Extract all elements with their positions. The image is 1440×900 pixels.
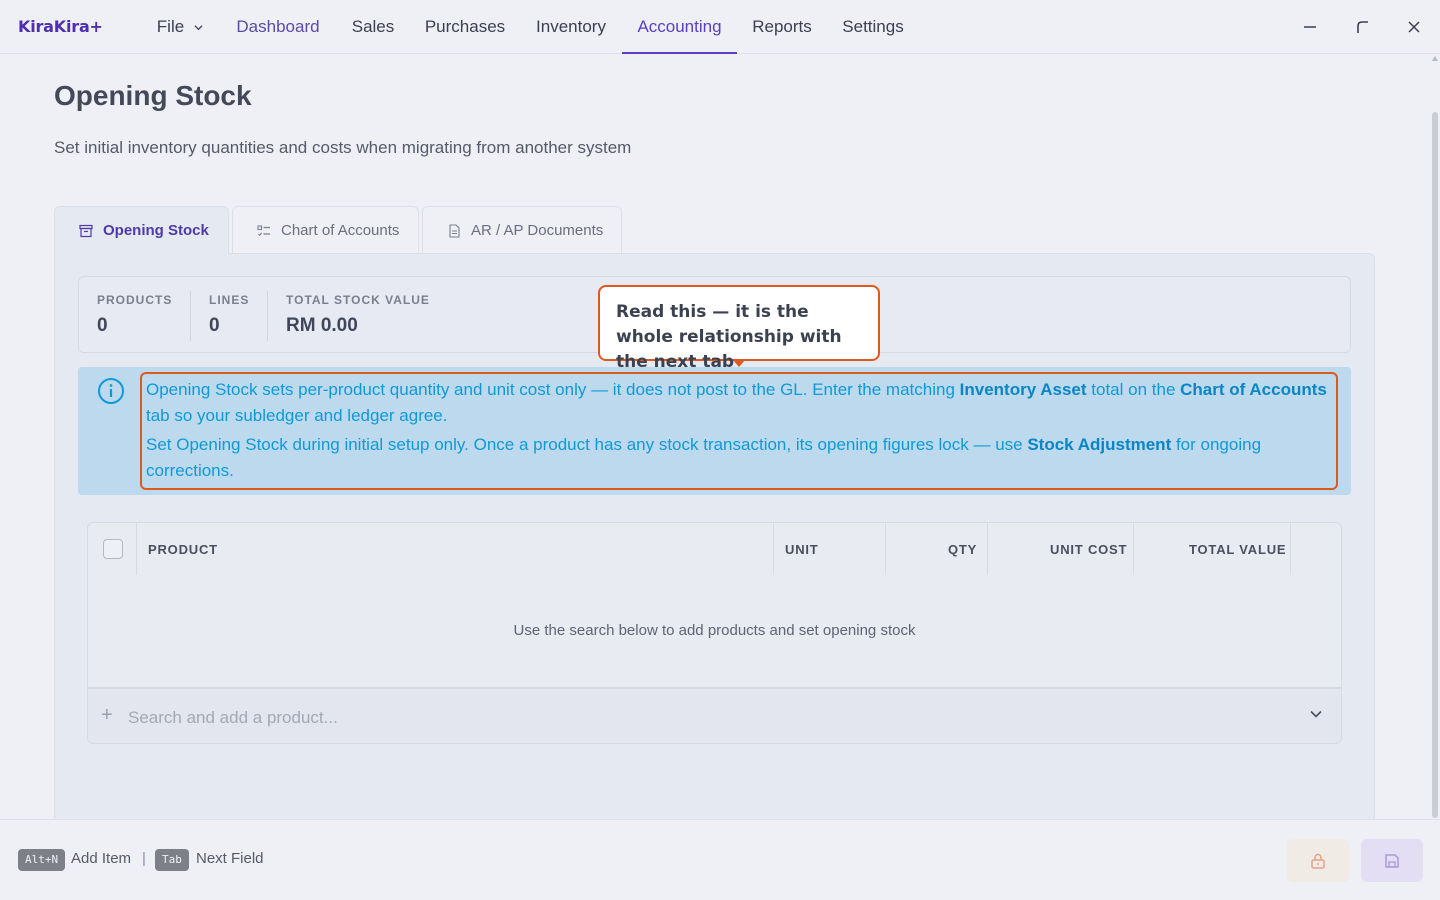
scroll-up-icon[interactable] — [1432, 56, 1438, 61]
close-button[interactable] — [1401, 14, 1427, 40]
menu-file[interactable]: File — [140, 0, 220, 54]
divider — [267, 291, 268, 341]
nav-inventory[interactable]: Inventory — [520, 0, 622, 54]
stat-value: 0 — [97, 315, 108, 336]
plus-icon: + — [101, 704, 113, 726]
scrollbar-thumb[interactable] — [1432, 112, 1438, 818]
list-icon — [257, 224, 270, 236]
stock-adjustment-term: Stock Adjustment — [1027, 435, 1172, 454]
select-all-checkbox[interactable] — [103, 539, 123, 559]
stat-value: 0 — [209, 315, 220, 336]
minimize-icon — [1304, 26, 1316, 28]
lock-button[interactable] — [1287, 839, 1349, 882]
divider — [190, 291, 191, 341]
close-icon — [1408, 21, 1420, 33]
nav-purchases[interactable]: Purchases — [410, 0, 520, 54]
divider — [773, 523, 774, 575]
shortcut-label: Next Field — [196, 850, 264, 867]
save-icon — [1385, 853, 1399, 868]
column-header-product[interactable]: PRODUCT — [148, 542, 218, 557]
divider — [987, 523, 988, 575]
save-button[interactable] — [1361, 839, 1423, 882]
column-header-unit[interactable]: UNIT — [785, 542, 819, 557]
stat-label: LINES — [209, 293, 250, 307]
info-icon — [98, 378, 124, 404]
stat-label: TOTAL STOCK VALUE — [286, 293, 430, 307]
top-bar: KiraKira+ File Dashboard Sales Purchases… — [0, 0, 1440, 54]
column-header-unit-cost[interactable]: UNIT COST — [1050, 542, 1127, 557]
lock-icon — [1311, 853, 1325, 869]
minimize-button[interactable] — [1297, 14, 1323, 40]
nav-dashboard[interactable]: Dashboard — [222, 0, 334, 54]
tab-label: AR / AP Documents — [471, 222, 604, 239]
app-logo: KiraKira+ — [18, 17, 103, 36]
divider — [885, 523, 886, 575]
divider — [1133, 523, 1134, 575]
info-paragraph-2: Set Opening Stock during initial setup o… — [146, 432, 1336, 484]
tab-chart-of-accounts[interactable]: Chart of Accounts — [232, 206, 419, 254]
divider — [1290, 523, 1291, 575]
callout-tooltip: Read this — it is the whole relationship… — [598, 285, 880, 372]
chart-of-accounts-term: Chart of Accounts — [1180, 380, 1327, 399]
chevron-down-icon — [194, 24, 203, 30]
inventory-asset-term: Inventory Asset — [959, 380, 1087, 399]
tab-label: Opening Stock — [103, 222, 209, 239]
shortcut-key: Alt+N — [18, 849, 66, 871]
menu-file-label: File — [156, 17, 185, 36]
page-subtitle: Set initial inventory quantities and cos… — [54, 138, 632, 157]
products-table — [87, 522, 1342, 688]
chevron-down-icon[interactable] — [1309, 707, 1323, 721]
empty-state-message: Use the search below to add products and… — [513, 622, 916, 639]
shortcut-key: Tab — [155, 849, 189, 871]
stat-label: PRODUCTS — [97, 293, 173, 307]
nav-accounting[interactable]: Accounting — [622, 0, 737, 54]
column-header-qty[interactable]: QTY — [948, 542, 977, 557]
info-paragraph-1: Opening Stock sets per-product quantity … — [146, 377, 1336, 429]
divider — [136, 523, 137, 575]
callout-pointer — [733, 360, 745, 367]
restore-button[interactable] — [1350, 14, 1376, 40]
product-search-input[interactable] — [128, 704, 1278, 732]
shortcut-label: Add Item — [71, 850, 132, 867]
info-text: Set Opening Stock during initial setup o… — [146, 435, 1028, 454]
restore-icon — [1357, 21, 1368, 33]
shortcut-separator: | — [142, 850, 146, 867]
info-text: Opening Stock sets per-product quantity … — [146, 380, 960, 399]
info-text: tab so your subledger and ledger agree. — [146, 406, 448, 425]
nav-sales[interactable]: Sales — [336, 0, 410, 54]
nav-reports[interactable]: Reports — [737, 0, 827, 54]
info-text: total on the — [1086, 380, 1181, 399]
tab-label: Chart of Accounts — [281, 222, 400, 239]
archive-icon — [79, 224, 93, 237]
stat-value: RM 0.00 — [286, 315, 358, 336]
tab-opening-stock[interactable]: Opening Stock — [54, 206, 229, 254]
nav-settings[interactable]: Settings — [827, 0, 919, 54]
tab-ar-ap-documents[interactable]: AR / AP Documents — [422, 206, 622, 254]
column-header-total-value[interactable]: TOTAL VALUE — [1189, 542, 1286, 557]
document-icon — [449, 223, 460, 238]
page-title: Opening Stock — [54, 80, 252, 111]
